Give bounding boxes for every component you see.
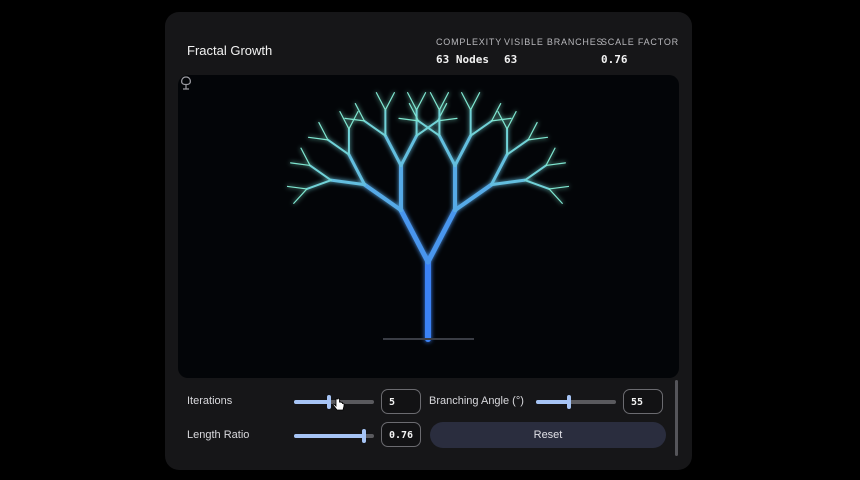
tree-branch: [331, 180, 365, 184]
tree-branch: [385, 93, 394, 110]
tree-branch: [309, 137, 328, 140]
stat-value: 63 Nodes: [436, 53, 502, 66]
stat-label: SCALE FACTOR: [601, 37, 679, 47]
tree-branch: [507, 112, 516, 129]
tree-branch: [491, 180, 525, 184]
fractal-card: Fractal Growth COMPLEXITY 63 Nodes VISIB…: [165, 12, 692, 470]
fractal-canvas: [178, 75, 679, 378]
hand-pointer-icon: [333, 398, 345, 412]
stat-scale-factor: SCALE FACTOR 0.76: [601, 37, 679, 66]
tree-branch: [525, 180, 549, 189]
tree-branch: [492, 104, 501, 121]
fractal-tree: [178, 75, 679, 378]
tree-branch: [471, 121, 492, 136]
tree-branch: [528, 123, 537, 140]
ground-line: [383, 338, 474, 340]
stat-value: 63: [504, 53, 603, 66]
tree-branch: [549, 186, 568, 189]
tree-branch: [417, 121, 438, 136]
tree-branch: [462, 93, 471, 110]
tree-branch: [401, 210, 428, 262]
angle-label: Branching Angle (°): [429, 395, 524, 407]
tree-branch: [376, 93, 385, 110]
tree-branch: [438, 118, 457, 121]
tree-branch: [528, 137, 547, 140]
tree-branch: [428, 210, 455, 262]
stat-label: COMPLEXITY: [436, 37, 502, 47]
tree-branch: [491, 155, 507, 185]
tree-branch: [399, 118, 418, 121]
reset-button[interactable]: Reset: [430, 422, 666, 448]
stat-label: VISIBLE BRANCHES: [504, 37, 603, 47]
iterations-input[interactable]: 5: [381, 389, 421, 414]
slider-thumb[interactable]: [362, 429, 366, 443]
tree-branch: [455, 185, 491, 211]
tree-branch: [291, 163, 310, 166]
tree-branch: [365, 185, 401, 211]
slider-thumb[interactable]: [327, 395, 331, 409]
ratio-input[interactable]: 0.76: [381, 422, 421, 447]
tree-branch: [340, 112, 349, 129]
tree-branch: [439, 136, 455, 166]
iterations-label: Iterations: [187, 395, 232, 407]
tree-branch: [408, 93, 417, 110]
tree-branch: [525, 165, 546, 180]
angle-slider[interactable]: [536, 395, 616, 409]
tree-branch: [430, 93, 439, 110]
tree-branch: [546, 148, 555, 165]
tree-branch: [401, 136, 417, 166]
stat-value: 0.76: [601, 53, 679, 66]
tree-icon: [178, 75, 194, 91]
slider-thumb[interactable]: [567, 395, 571, 409]
card-title: Fractal Growth: [187, 43, 272, 58]
tree-branch: [455, 136, 471, 166]
tree-branch: [355, 104, 364, 121]
tree-branch: [439, 93, 448, 110]
tree-branch: [385, 136, 401, 166]
stat-visible-branches: VISIBLE BRANCHES 63: [504, 37, 603, 66]
tree-branch: [310, 165, 331, 180]
tree-branch: [301, 148, 310, 165]
tree-branch: [418, 121, 439, 136]
stat-complexity: COMPLEXITY 63 Nodes: [436, 37, 502, 66]
tree-branch: [294, 189, 307, 203]
scrollbar[interactable]: [675, 380, 678, 456]
tree-branch: [507, 140, 528, 155]
tree-branch: [417, 93, 426, 110]
tree-branch: [319, 123, 328, 140]
tree-branch: [546, 163, 565, 166]
tree-branch: [471, 93, 480, 110]
tree-branch: [328, 140, 349, 155]
ratio-label: Length Ratio: [187, 429, 249, 441]
angle-input[interactable]: 55: [623, 389, 663, 414]
tree-branch: [288, 186, 307, 189]
ratio-slider[interactable]: [294, 429, 374, 443]
tree-branch: [307, 180, 331, 189]
tree-branch: [364, 121, 385, 136]
tree-branch: [549, 189, 562, 203]
tree-branch: [349, 155, 365, 185]
